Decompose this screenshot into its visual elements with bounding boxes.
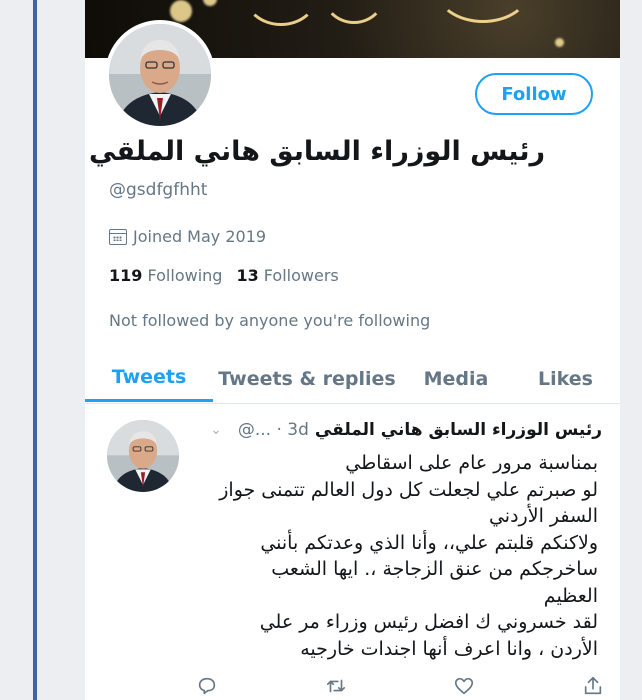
banner-arc <box>321 0 387 24</box>
tweet-line: العظيم <box>543 584 598 607</box>
page-left-border <box>33 0 37 700</box>
tweet-text: بمناسبة مرور عام على اسقاطي لو صبرتم علي… <box>198 450 598 662</box>
share-button[interactable] <box>581 674 605 698</box>
like-button[interactable] <box>452 674 476 698</box>
following-label: Following <box>147 266 223 285</box>
followers-count: 13 <box>236 266 259 285</box>
not-followed-notice: Not followed by anyone you're following <box>109 311 431 330</box>
tweet-line: بمناسبة مرور عام على اسقاطي <box>345 452 598 474</box>
following-link[interactable]: 119 Following <box>109 266 222 285</box>
tweet-line: الأردن ، وانا اعرف أنها اجندات خارجيه <box>300 637 598 660</box>
tweet-line: السفر الأردني <box>488 505 598 527</box>
tab-tweets-replies[interactable]: Tweets & replies <box>213 355 401 402</box>
profile-handle: @gsdfgfhht <box>109 180 208 200</box>
banner-arc <box>435 0 531 23</box>
profile-card: Follow رئيس الوزراء السابق هاني الملقي @… <box>85 0 620 700</box>
avatar-photo <box>107 420 179 492</box>
followers-label: Followers <box>263 266 339 285</box>
calendar-icon <box>109 228 127 245</box>
banner-light <box>170 0 192 22</box>
share-icon <box>584 676 602 695</box>
avatar-photo <box>109 24 211 126</box>
profile-avatar[interactable] <box>105 20 215 130</box>
tweet-line: لو صبرتم علي لجعلت كل دول العالم تتمنى ج… <box>219 478 598 501</box>
profile-display-name: رئيس الوزراء السابق هاني الملقي <box>89 136 545 167</box>
retweet-icon <box>326 679 345 693</box>
tweet-line: ساخرجكم من عنق الزجاجة ،. ايها الشعب <box>271 558 598 580</box>
tweet-actions <box>195 673 605 699</box>
joined-date: Joined May 2019 <box>109 227 266 246</box>
follow-button[interactable]: Follow <box>475 73 593 115</box>
tweet-meta: @... · 3d <box>237 420 309 440</box>
reply-icon <box>198 677 216 695</box>
banner-arc <box>243 0 319 26</box>
tab-media[interactable]: Media <box>401 355 511 402</box>
tweet-header: رئيس الوزراء السابق هاني الملقي @... · 3… <box>210 420 602 440</box>
tweet-avatar[interactable] <box>107 420 179 492</box>
follow-counts: 119 Following 13 Followers <box>109 266 339 285</box>
tweet-line: ولاكنكم قلبتم علي،، وأنا الذي وعدتكم بأن… <box>260 531 598 554</box>
joined-text: Joined May 2019 <box>133 227 267 246</box>
like-icon <box>455 677 474 695</box>
banner-light <box>203 0 217 6</box>
profile-tabs: Tweets Tweets & replies Media Likes <box>85 355 620 404</box>
followers-link[interactable]: 13 Followers <box>236 266 338 285</box>
tweet-line: لقد خسروني ك افضل رئيس وزراء مر علي <box>259 611 598 633</box>
tab-likes[interactable]: Likes <box>511 355 620 402</box>
retweet-button[interactable] <box>324 674 348 698</box>
reply-button[interactable] <box>195 674 219 698</box>
chevron-down-icon[interactable]: ⌄ <box>210 422 222 438</box>
tweet-author-name[interactable]: رئيس الوزراء السابق هاني الملقي <box>315 420 602 440</box>
banner-light <box>555 38 564 47</box>
tab-tweets[interactable]: Tweets <box>85 355 213 402</box>
following-count: 119 <box>109 266 143 285</box>
